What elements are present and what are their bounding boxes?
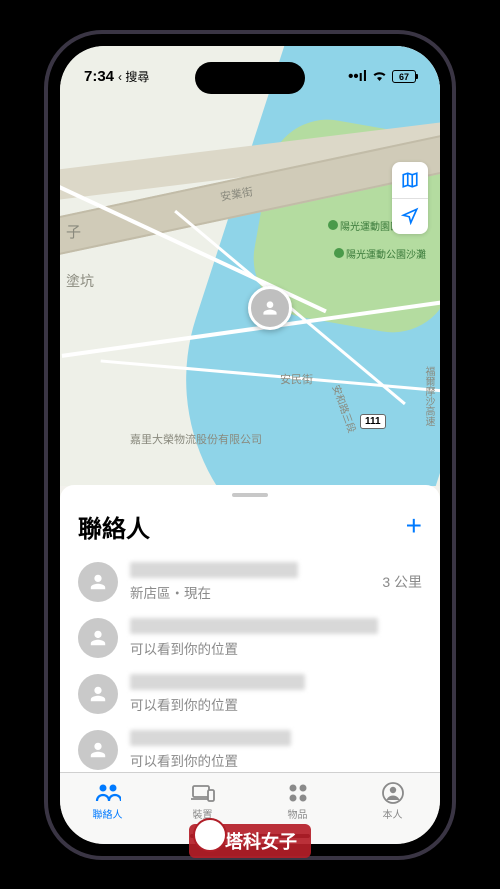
screen: 7:34 ‹ 搜尋 ••ıl 67 [60, 46, 440, 844]
map-poi-label: 嘉里大榮物流股份有限公司 [130, 431, 262, 447]
contact-subtitle: 可以看到你的位置 [130, 638, 422, 658]
contacts-sheet[interactable]: 聯絡人 + 新店區・現在 3 公里 可以看到你的位置 [60, 485, 440, 778]
contact-name-redacted [130, 562, 298, 578]
map-area-label: 塗坑 [66, 271, 94, 291]
map-mode-button[interactable] [392, 162, 428, 198]
avatar [78, 674, 118, 714]
contact-row[interactable]: 可以看到你的位置 [60, 610, 440, 666]
avatar [78, 562, 118, 602]
breadcrumb-back[interactable]: ‹ 搜尋 [118, 68, 149, 85]
map[interactable]: 子 塗坑 安業街 安民街 安和路三段 福爾摩沙高速 嘉里大榮物流股份有限公司 1… [60, 46, 440, 486]
contact-row[interactable]: 可以看到你的位置 [60, 666, 440, 722]
contact-subtitle: 新店區・現在 [130, 582, 370, 602]
people-icon [95, 782, 121, 804]
sheet-grabber[interactable] [232, 493, 268, 497]
contact-name-redacted [130, 730, 291, 746]
map-poi[interactable]: 陽光運動公園沙灘 [334, 246, 426, 261]
map-highway-label: 福爾摩沙高速 [421, 366, 436, 426]
add-contact-button[interactable]: + [406, 510, 422, 542]
contact-row[interactable]: 可以看到你的位置 [60, 722, 440, 778]
battery-icon: 67 [392, 70, 416, 83]
sheet-title: 聯絡人 [78, 509, 150, 544]
tab-label: 本人 [383, 806, 403, 821]
contact-subtitle: 可以看到你的位置 [130, 694, 422, 714]
devices-icon [190, 782, 216, 804]
phone-frame: 7:34 ‹ 搜尋 ••ıl 67 [44, 30, 456, 860]
route-badge: 111 [360, 414, 386, 429]
tab-items[interactable]: 物品 [250, 773, 345, 830]
tab-people[interactable]: 聯絡人 [60, 773, 155, 830]
watermark: 塔科女子 [189, 824, 311, 858]
location-pin[interactable] [248, 286, 292, 330]
map-street-label: 安民街 [280, 371, 313, 387]
dynamic-island [195, 62, 305, 94]
status-right: ••ıl 67 [348, 68, 416, 85]
me-icon [380, 782, 406, 804]
map-area-label: 子 [66, 221, 81, 242]
phone-bezel: 7:34 ‹ 搜尋 ••ıl 67 [48, 34, 452, 856]
contact-row[interactable]: 新店區・現在 3 公里 [60, 554, 440, 610]
tab-me[interactable]: 本人 [345, 773, 440, 830]
contact-name-redacted [130, 618, 378, 634]
locate-button[interactable] [392, 198, 428, 234]
map-poi[interactable]: 陽光運動園區 [328, 218, 400, 233]
contact-distance: 3 公里 [382, 572, 422, 592]
items-icon [285, 782, 311, 804]
map-controls [392, 162, 428, 234]
avatar [78, 730, 118, 770]
contact-subtitle: 可以看到你的位置 [130, 750, 422, 770]
contact-name-redacted [130, 674, 305, 690]
tab-label: 物品 [288, 806, 308, 821]
cellular-icon: ••ıl [348, 68, 367, 85]
wifi-icon [372, 68, 387, 85]
status-time: 7:34 [84, 68, 114, 85]
avatar [78, 618, 118, 658]
tab-label: 聯絡人 [93, 806, 123, 821]
